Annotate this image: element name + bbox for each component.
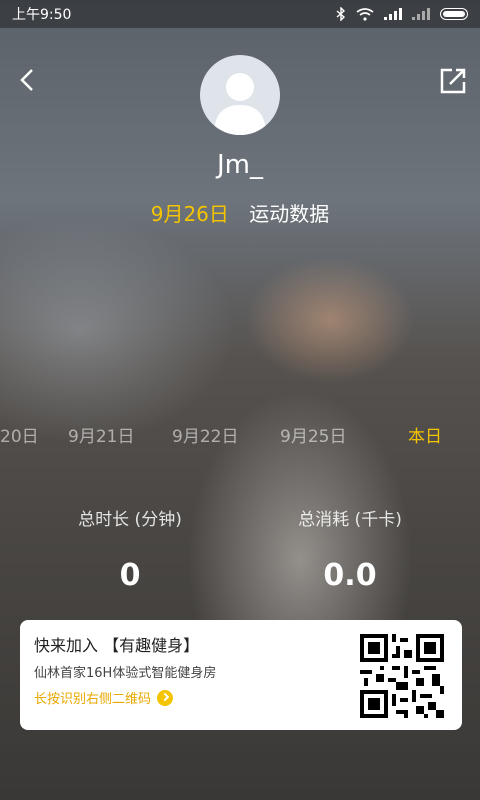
qr-code-icon[interactable] [356,630,448,722]
duration-value: 0 [119,558,141,593]
battery-icon [440,8,468,20]
day-tab[interactable]: 9月25日 [280,422,346,447]
status-bar: 上午9:50 [0,0,480,28]
promo-link-label: 长按识别右侧二维码 [34,692,152,707]
bluetooth-icon [336,7,346,21]
promo-description: 仙林首家16H体验式智能健身房 [34,666,217,681]
page-title: 运动数据 [249,202,330,226]
back-icon[interactable] [16,64,40,96]
signal-icon-2 [412,8,430,20]
calories-label: 总消耗 (千卡) [298,510,402,530]
username: Jm_ [217,150,263,180]
default-user-icon [214,73,266,135]
day-tab[interactable]: 9月21日 [68,422,134,447]
day-tab-today[interactable]: 本日 [408,422,442,447]
day-tabs: 20日 9月21日 9月22日 9月25日 本日 [0,420,480,450]
status-time: 上午9:50 [12,7,72,23]
promo-title: 快来加入 【有趣健身】 [34,636,200,655]
signal-icon [384,8,402,20]
status-icons [336,7,468,21]
wifi-icon [356,7,374,21]
duration-label: 总时长 (分钟) [78,510,182,530]
share-icon[interactable] [438,66,468,96]
avatar[interactable] [200,55,280,135]
day-tab[interactable]: 9月22日 [172,422,238,447]
promo-link[interactable]: 长按识别右侧二维码 [34,688,174,707]
day-tab[interactable]: 20日 [0,422,39,447]
date-header: 9月26日 运动数据 [0,198,480,227]
arrow-right-icon [157,689,174,706]
calories-value: 0.0 [323,558,377,593]
selected-date: 9月26日 [150,202,229,226]
promo-card[interactable]: 快来加入 【有趣健身】 仙林首家16H体验式智能健身房 长按识别右侧二维码 [20,620,462,730]
